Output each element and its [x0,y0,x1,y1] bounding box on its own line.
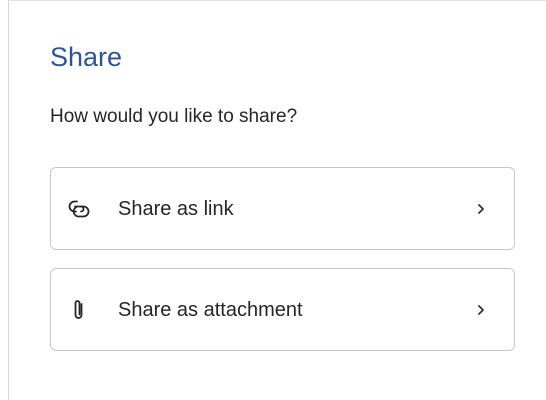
share-as-attachment-label: Share as attachment [118,299,303,321]
share-panel: Share How would you like to share? Share… [8,0,546,400]
panel-subtitle: How would you like to share? [50,106,298,127]
share-as-link-label: Share as link [118,198,234,220]
share-as-link-button[interactable]: Share as link [50,167,515,250]
chevron-right-icon [474,300,488,320]
link-icon [65,195,93,223]
chevron-right-icon [474,199,488,219]
share-as-attachment-button[interactable]: Share as attachment [50,268,515,351]
paperclip-icon [65,296,93,324]
panel-title: Share [50,42,123,72]
